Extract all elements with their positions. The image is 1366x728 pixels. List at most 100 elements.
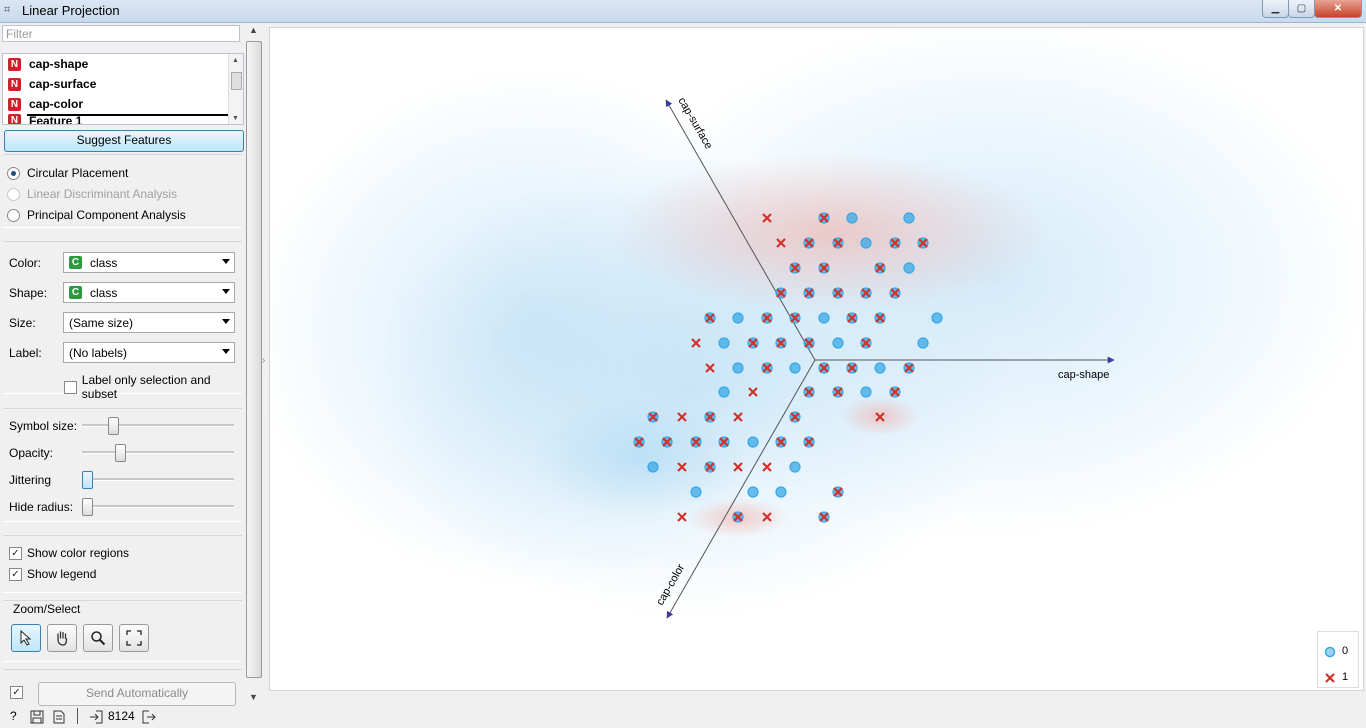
data-point-class-0[interactable] [690,486,702,498]
data-point-class-0[interactable] [747,436,759,448]
slider-handle[interactable] [114,444,126,462]
collapse-icon[interactable]: › [262,355,265,366]
scroll-thumb[interactable] [231,72,242,90]
data-point-class-0[interactable] [860,386,872,398]
zoom-tool-button[interactable] [83,624,113,652]
data-point-overlap[interactable] [775,337,787,349]
show-legend-checkbox[interactable]: ✓ Show legend [9,567,96,581]
slider-track[interactable] [82,424,234,427]
slider-handle[interactable] [107,417,119,435]
data-point-class-0[interactable] [789,362,801,374]
data-point-class-0[interactable] [718,386,730,398]
pan-tool-button[interactable] [47,624,77,652]
shape-combo[interactable]: C class [63,282,235,303]
data-point-overlap[interactable] [789,262,801,274]
feature-list-scrollbar[interactable]: ▲ ▼ [228,54,243,124]
data-point-overlap[interactable] [803,287,815,299]
feature-item[interactable]: N cap-surface [3,74,243,94]
label-only-selection-checkbox[interactable]: Label only selection and subset [64,373,246,401]
send-automatically-checkbox[interactable]: ✓ [10,686,23,699]
circular-placement-option[interactable]: Circular Placement [7,166,128,180]
data-point-overlap[interactable] [803,337,815,349]
data-point-overlap[interactable] [775,436,787,448]
scroll-down-icon[interactable]: ▼ [232,115,239,122]
splitter-handle[interactable]: › [262,23,269,706]
data-point-overlap[interactable] [647,411,659,423]
slider-handle[interactable] [82,471,93,489]
data-point-overlap[interactable] [690,436,702,448]
slider-track[interactable] [82,505,234,508]
data-point-overlap[interactable] [818,212,830,224]
scroll-up-icon[interactable]: ▲ [249,25,258,35]
slider-track[interactable] [82,451,234,454]
data-point-class-0[interactable] [818,312,830,324]
save-icon[interactable] [30,710,44,724]
data-point-class-0[interactable] [732,362,744,374]
data-point-overlap[interactable] [860,287,872,299]
data-point-overlap[interactable] [832,287,844,299]
data-point-overlap[interactable] [732,511,744,523]
data-point-class-0[interactable] [732,312,744,324]
data-point-overlap[interactable] [803,436,815,448]
slider-track[interactable] [82,478,234,481]
data-point-class-0[interactable] [775,486,787,498]
filter-input[interactable] [2,25,240,42]
feature-list[interactable]: N cap-shape N cap-surface N cap-color N … [2,53,244,125]
data-point-overlap[interactable] [846,362,858,374]
suggest-features-button[interactable]: Suggest Features [4,130,244,152]
label-combo[interactable]: (No labels) [63,342,235,363]
data-point-overlap[interactable] [803,237,815,249]
maximize-button[interactable]: ▢ [1288,0,1315,18]
scroll-thumb[interactable] [246,41,262,678]
data-point-overlap[interactable] [704,461,716,473]
data-point-overlap[interactable] [633,436,645,448]
data-point-class-0[interactable] [647,461,659,473]
data-point-overlap[interactable] [917,237,929,249]
data-point-class-0[interactable] [931,312,943,324]
data-point-overlap[interactable] [889,237,901,249]
data-point-class-0[interactable] [903,262,915,274]
data-point-overlap[interactable] [775,287,787,299]
minimize-button[interactable]: ▁ [1262,0,1289,18]
data-point-class-0[interactable] [874,362,886,374]
plot-canvas[interactable]: cap-shape cap-surface cap-color [270,28,1363,690]
data-point-overlap[interactable] [889,386,901,398]
reset-zoom-button[interactable] [119,624,149,652]
data-point-overlap[interactable] [903,362,915,374]
data-point-overlap[interactable] [704,312,716,324]
data-point-overlap[interactable] [818,511,830,523]
data-point-overlap[interactable] [718,436,730,448]
data-point-overlap[interactable] [818,262,830,274]
data-point-overlap[interactable] [747,337,759,349]
scroll-down-icon[interactable]: ▼ [249,692,258,702]
scroll-up-icon[interactable]: ▲ [232,57,239,64]
feature-item[interactable]: N cap-shape [3,54,243,74]
data-point-class-0[interactable] [846,212,858,224]
data-point-class-0[interactable] [789,461,801,473]
feature-item[interactable]: N cap-color [3,94,243,114]
color-combo[interactable]: C class [63,252,235,273]
help-icon[interactable]: ? [10,709,17,723]
pca-option[interactable]: Principal Component Analysis [7,208,186,222]
data-point-overlap[interactable] [889,287,901,299]
data-point-overlap[interactable] [761,362,773,374]
data-point-class-0[interactable] [917,337,929,349]
control-panel-scrollbar[interactable]: ▲ ▼ [246,23,262,706]
size-combo[interactable]: (Same size) [63,312,235,333]
data-point-overlap[interactable] [832,486,844,498]
data-point-overlap[interactable] [789,312,801,324]
data-point-overlap[interactable] [789,411,801,423]
data-point-overlap[interactable] [803,386,815,398]
close-button[interactable]: ✕ [1314,0,1362,18]
data-point-overlap[interactable] [818,362,830,374]
data-point-class-0[interactable] [832,337,844,349]
data-point-overlap[interactable] [846,312,858,324]
report-icon[interactable] [53,710,65,724]
data-point-overlap[interactable] [832,237,844,249]
data-point-overlap[interactable] [704,411,716,423]
projection-plot[interactable]: cap-shape cap-surface cap-color 0 1 [269,27,1364,691]
data-point-overlap[interactable] [832,386,844,398]
data-point-overlap[interactable] [860,337,872,349]
data-point-overlap[interactable] [874,312,886,324]
data-point-overlap[interactable] [761,312,773,324]
